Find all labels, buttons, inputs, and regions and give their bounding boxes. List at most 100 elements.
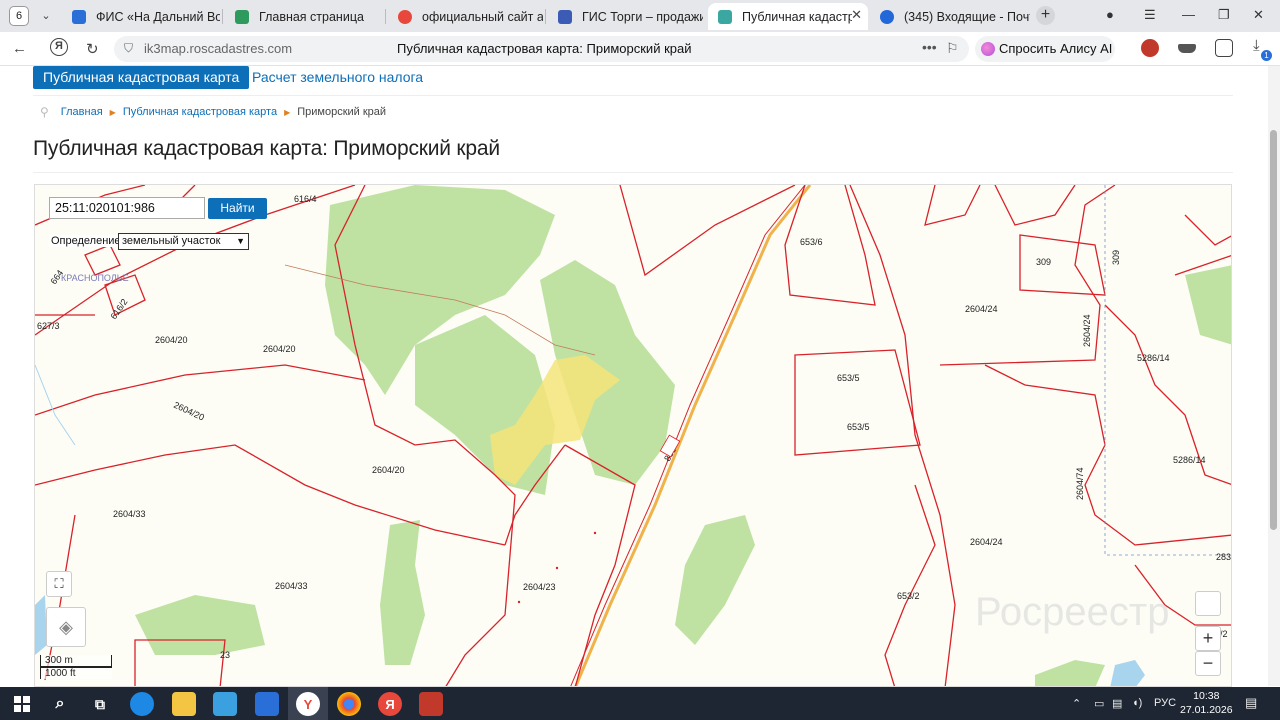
- definition-select[interactable]: земельный участок ▼: [118, 233, 249, 250]
- parcel-label: 2604/20: [172, 400, 206, 423]
- url-field[interactable]: ⛉ ik3map.roscadastres.com Публичная када…: [114, 36, 969, 62]
- windows-taskbar: ⌕ ⧉ Y Я ⌃ ▭ ▤ ◖) РУС 10:38 27.01.2026 ▤: [0, 687, 1280, 720]
- find-button[interactable]: Найти: [208, 198, 267, 219]
- breadcrumb-arrow-icon: ▶: [109, 107, 116, 117]
- scale-bar: 300 m 1000 ft: [40, 655, 112, 679]
- tab-title: ГИС Торги – продажи го: [582, 9, 703, 24]
- clock[interactable]: 10:38 27.01.2026: [1180, 689, 1233, 717]
- nav-cadastral-map[interactable]: Публичная кадастровая карта: [33, 66, 250, 89]
- alice-icon: [981, 42, 995, 56]
- store-icon[interactable]: [213, 692, 237, 716]
- emblem-favicon-icon: [558, 9, 572, 24]
- parcel-label: 5286/14: [1173, 455, 1206, 465]
- app-icon[interactable]: [419, 692, 443, 716]
- reload-icon[interactable]: ↻: [86, 40, 99, 58]
- scale-metric: 300 m: [40, 655, 112, 667]
- tab-fis[interactable]: ФИС «На Дальний Восто: [62, 3, 220, 30]
- watermark: Росреестр: [975, 590, 1169, 634]
- search-icon[interactable]: ⌕: [48, 692, 72, 716]
- breadcrumb-home[interactable]: Главная: [61, 106, 103, 118]
- notification-icon[interactable]: ▤: [1245, 695, 1257, 711]
- parcel-label: 309: [1111, 250, 1121, 265]
- edge-icon[interactable]: [130, 692, 154, 716]
- task-view-icon[interactable]: ⧉: [88, 692, 112, 716]
- network-icon[interactable]: ▤: [1112, 697, 1122, 710]
- language-indicator[interactable]: РУС: [1154, 697, 1176, 709]
- close-tab-icon[interactable]: ✕: [851, 7, 862, 23]
- new-tab-button[interactable]: +: [1036, 6, 1055, 25]
- cadastral-search-panel: 25:11:020101:986 Найти Определение: земе…: [45, 194, 269, 250]
- nav-land-tax[interactable]: Расчет земельного налога: [252, 69, 423, 85]
- parcel-label: 283: [1216, 552, 1231, 562]
- tab-cadastral-map[interactable]: Публичная кадастров ✕: [708, 3, 868, 30]
- layers-button[interactable]: ◈: [46, 607, 86, 647]
- minimize-icon[interactable]: —: [1182, 7, 1195, 22]
- url-text: ik3map.roscadastres.com: [144, 41, 293, 56]
- tab-gis-torgi[interactable]: ГИС Торги – продажи го: [548, 3, 703, 30]
- windows-start-icon[interactable]: [10, 692, 34, 716]
- download-badge: 1: [1261, 50, 1272, 61]
- chevron-up-icon[interactable]: ⌃: [1072, 697, 1081, 710]
- zoom-in-button[interactable]: +: [1195, 626, 1221, 651]
- cadastral-number-input[interactable]: 25:11:020101:986: [49, 197, 205, 219]
- breadcrumb-current: Приморский край: [297, 106, 387, 118]
- tab-main-page[interactable]: Главная страница: [225, 3, 383, 30]
- device-icon[interactable]: ▭: [1094, 697, 1104, 710]
- yandex-browser-icon[interactable]: Y: [296, 692, 320, 716]
- address-page-title: Публичная кадастровая карта: Приморский …: [397, 41, 692, 56]
- parcel-label: 2604/33: [275, 581, 308, 591]
- tab-count-button[interactable]: 6: [9, 6, 29, 26]
- definition-value: земельный участок: [122, 235, 221, 247]
- yandex-icon[interactable]: Я: [378, 692, 402, 716]
- extension-icon[interactable]: [1141, 39, 1159, 57]
- download-icon[interactable]: ⤓: [1253, 37, 1260, 54]
- parcel-label: 627/3: [37, 321, 60, 331]
- close-window-icon[interactable]: ✕: [1253, 7, 1264, 23]
- mail-app-icon[interactable]: [255, 692, 279, 716]
- breadcrumb-arrow-icon: ▶: [284, 107, 291, 117]
- tab-title: (345) Входящие - Почта: [904, 9, 1030, 24]
- collections-icon[interactable]: [1215, 39, 1233, 57]
- fullscreen-button[interactable]: ⛶: [46, 571, 72, 597]
- scrollbar-thumb[interactable]: [1270, 130, 1277, 530]
- tab-mail-inbox[interactable]: (345) Входящие - Почта: [870, 3, 1030, 30]
- parcel-label: /2: [1220, 629, 1228, 639]
- yandex-home-icon[interactable]: Я: [50, 38, 68, 56]
- parcel-label: 653/5: [837, 373, 860, 383]
- cadastral-map[interactable]: 616/4 616/2 664 627/3 2604/20 2604/20 26…: [34, 184, 1232, 687]
- definition-label: Определение:: [49, 235, 126, 247]
- chevron-down-icon[interactable]: ⌄: [38, 6, 54, 26]
- tab-official-site[interactable]: официальный сайт адми: [388, 3, 543, 30]
- parcel-label: 23: [220, 650, 230, 660]
- page-scrollbar[interactable]: [1268, 66, 1280, 686]
- browser-tab-strip: 6 ⌄ ФИС «На Дальний Восто Главная страни…: [0, 0, 1280, 32]
- place-label: КРАСНОПОЛЬЕ: [61, 273, 129, 283]
- volume-icon[interactable]: ◖): [1132, 697, 1142, 709]
- more-dots-icon[interactable]: •••: [922, 39, 937, 55]
- shield-icon: ⛉: [124, 41, 134, 55]
- file-explorer-icon[interactable]: [172, 692, 196, 716]
- map-tool-button[interactable]: [1195, 591, 1221, 616]
- parcel-label: 2604/24: [970, 537, 1003, 547]
- restore-icon[interactable]: ❐: [1218, 7, 1230, 23]
- menu-icon[interactable]: ☰: [1144, 7, 1156, 23]
- site-nav: Публичная кадастровая карта Расчет земел…: [33, 66, 1233, 96]
- bookmark-icon[interactable]: ⚐: [946, 40, 959, 57]
- chevron-down-icon: ▼: [236, 236, 245, 246]
- parcel-label: 2604/20: [372, 465, 405, 475]
- breadcrumb-section[interactable]: Публичная кадастровая карта: [123, 106, 277, 118]
- parcel-label: 2604/74: [1075, 467, 1085, 500]
- parcel-label: 5286/14: [1137, 353, 1170, 363]
- tab-title: ФИС «На Дальний Восто: [96, 9, 220, 24]
- back-arrow-icon[interactable]: ←: [12, 40, 27, 57]
- pocket-icon[interactable]: [1178, 44, 1196, 53]
- clock-date: 27.01.2026: [1180, 704, 1233, 716]
- chrome-icon[interactable]: [337, 692, 361, 716]
- zoom-out-button[interactable]: −: [1195, 651, 1221, 676]
- map-canvas[interactable]: 616/4 616/2 664 627/3 2604/20 2604/20 26…: [35, 185, 1232, 687]
- profile-icon[interactable]: ●: [1106, 7, 1114, 22]
- mail-favicon-icon: [880, 9, 894, 24]
- parcel-label: 309: [1036, 257, 1051, 267]
- tab-title: официальный сайт адми: [422, 9, 543, 24]
- ask-alice-button[interactable]: Спросить Алису AI: [975, 36, 1115, 62]
